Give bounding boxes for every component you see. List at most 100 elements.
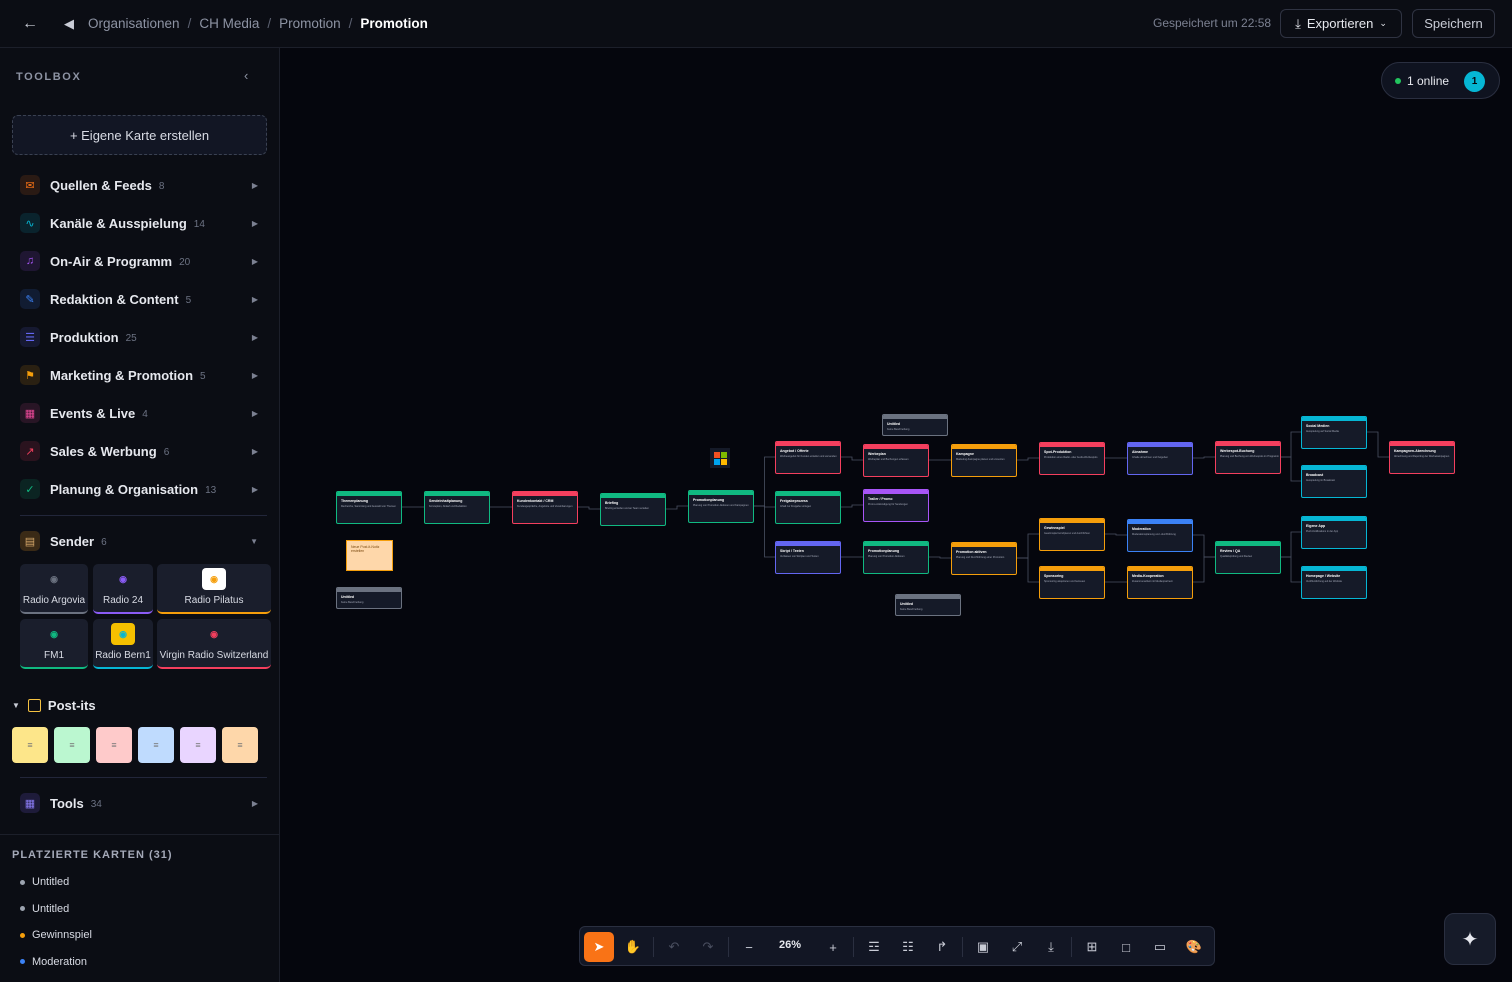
presentation-icon[interactable]: ▭ [1145, 932, 1175, 962]
auto-layout-icon[interactable]: ☲ [859, 932, 889, 962]
category-item[interactable]: ✉ Quellen & Feeds 8 ▶ [20, 172, 268, 198]
station-name: Radio Pilatus [184, 595, 244, 606]
flow-card[interactable]: Angebot / Offerte Werbeangebot für Kunde… [775, 441, 841, 474]
category-item[interactable]: ✎ Redaktion & Content 5 ▶ [20, 286, 268, 312]
flow-card[interactable]: Promotion aktiven Planung und Durchführu… [951, 542, 1017, 575]
category-label: Tools [50, 795, 84, 811]
category-item[interactable]: ♫ On-Air & Programm 20 ▶ [20, 248, 268, 274]
sender-tile[interactable]: ◉ FM1 [20, 619, 88, 669]
sender-tile[interactable]: ◉ Radio Bern1 [93, 619, 153, 669]
category-item[interactable]: ▦ Events & Live 4 ▶ [20, 400, 268, 426]
flow-card[interactable]: Themenplanung Recherche, Sammlung und Au… [336, 491, 402, 524]
flow-card[interactable]: Review / QA Qualitätsprüfung und Review [1215, 541, 1281, 574]
flow-card[interactable]: Kundenkontakt / CRM Kundengespräche, Ang… [512, 491, 578, 524]
card-header [1128, 443, 1192, 447]
zoom-out-icon[interactable]: − [734, 932, 764, 962]
postit-swatch[interactable]: ≡ [96, 727, 132, 763]
station-logo-icon: ◉ [50, 628, 58, 639]
flow-card[interactable]: Moderation Moderationsplanung und -durch… [1127, 519, 1193, 552]
export-button[interactable]: ⤓ Exportieren ⌄ [1280, 9, 1402, 38]
postit-swatch[interactable]: ≡ [12, 727, 48, 763]
flow-card[interactable]: Abnahme Inhalte abnehmen und freigeben [1127, 442, 1193, 475]
flow-card[interactable]: Sendeinhaltplanung Konzeption, Ablauf un… [424, 491, 490, 524]
flow-card[interactable]: Untitled Keine Beschreibung [895, 594, 961, 616]
flow-card[interactable]: Werbeplan Werbeplan und Buchungen erfass… [863, 444, 929, 477]
zoom-in-icon[interactable]: + [818, 932, 848, 962]
flow-card[interactable]: Werbespot-Buchung Planung und Buchung vo… [1215, 441, 1281, 474]
flow-card[interactable]: Media-Kooperation Zusammenarbeit mit Med… [1127, 566, 1193, 599]
category-item[interactable]: ☰ Produktion 25 ▶ [20, 324, 268, 350]
flow-card[interactable]: Promotionplanung Planung von Promotion-A… [688, 490, 754, 523]
flow-card[interactable]: Gewinnspiel Gewinnspiel konzipieren und … [1039, 518, 1105, 551]
placed-card-item[interactable]: Moderation [20, 956, 87, 968]
palette-icon[interactable]: 🎨 [1179, 932, 1209, 962]
triangle-right-icon: ▶ [251, 256, 258, 266]
postit-swatch[interactable]: ≡ [54, 727, 90, 763]
flow-card[interactable]: Briefing Briefing erstellen und an Team … [600, 493, 666, 526]
card-title: Spot-Produktion [1044, 450, 1072, 454]
distribute-icon[interactable]: ☷ [893, 932, 923, 962]
back-arrow-icon[interactable]: ← [22, 15, 42, 33]
placed-card-item[interactable]: Untitled [20, 903, 69, 915]
create-card-button[interactable]: + Eigene Karte erstellen [12, 115, 267, 155]
flow-card[interactable]: Kampagne Marketing-Kampagne planen und u… [951, 444, 1017, 477]
select-tool-icon[interactable]: ➤ [584, 932, 614, 962]
breadcrumb-item[interactable]: Promotion [279, 16, 341, 31]
card-title: Untitled [341, 595, 355, 599]
postit-swatch[interactable]: ≡ [180, 727, 216, 763]
flow-card[interactable]: Skript / Texten Verfassen von Skripten u… [775, 541, 841, 574]
sender-tile[interactable]: ◉ Virgin Radio Switzerland [157, 619, 271, 669]
add-frame-icon[interactable]: ⊞ [1077, 932, 1107, 962]
flow-card[interactable]: Trailer / Promo Promo-Ankündigung für Se… [863, 489, 929, 522]
postit-swatch[interactable]: ≡ [222, 727, 258, 763]
download-icon[interactable]: ⤓ [1036, 932, 1066, 962]
category-sender[interactable]: ▤ Sender 6 ▼ [20, 528, 268, 554]
placed-card-item[interactable]: Untitled [20, 876, 69, 888]
chevron-left-icon[interactable]: ‹ [244, 68, 248, 83]
fit-view-icon[interactable]: ▣ [968, 932, 998, 962]
flow-card[interactable]: Social Medien Ausspielung auf Social Med… [1301, 416, 1367, 449]
flow-card[interactable]: Promotionplanung Planung von Promotion-A… [863, 541, 929, 574]
category-item[interactable]: ✓ Planung & Organisation 13 ▶ [20, 476, 268, 502]
save-button[interactable]: Speichern [1412, 9, 1495, 38]
flow-card[interactable]: Untitled Keine Beschreibung [336, 587, 402, 609]
flow-card[interactable]: Broadcast Ausspielung im Broadcast [1301, 465, 1367, 498]
ai-sparkle-button[interactable]: ✦ [1444, 913, 1496, 965]
comment-icon[interactable]: □ [1111, 932, 1141, 962]
category-item[interactable]: ∿ Kanäle & Ausspielung 14 ▶ [20, 210, 268, 236]
fullscreen-icon[interactable]: ⤢ [1002, 932, 1032, 962]
sender-tile[interactable]: ◉ Radio Argovia [20, 564, 88, 614]
category-count: 14 [193, 218, 205, 230]
card-header [1040, 443, 1104, 447]
breadcrumb-item[interactable]: Organisationen [88, 16, 180, 31]
connector-icon[interactable]: ↱ [927, 932, 957, 962]
category-item[interactable]: ⚑ Marketing & Promotion 5 ▶ [20, 362, 268, 388]
avatar[interactable]: 1 [1464, 71, 1485, 92]
flow-card[interactable]: Untitled Keine Beschreibung [882, 414, 948, 436]
flow-card[interactable]: Sponsoring Sponsoring akquirieren und be… [1039, 566, 1105, 599]
collapse-triangle-icon[interactable]: ◀ [64, 16, 74, 32]
flow-canvas[interactable]: Themenplanung Recherche, Sammlung und Au… [280, 48, 1512, 982]
breadcrumb-item[interactable]: CH Media [199, 16, 259, 31]
flow-card[interactable]: Homepage / Website Veröffentlichung auf … [1301, 566, 1367, 599]
card-title: Homepage / Website [1306, 574, 1341, 578]
flow-card[interactable]: Eigene App Push-Notifications in der App [1301, 516, 1367, 549]
postits-header[interactable]: ▼ Post-its [12, 698, 96, 713]
redo-icon[interactable]: ↷ [693, 932, 723, 962]
flow-card[interactable]: Freigabeprozess Inhalt zur Freigabe vorl… [775, 491, 841, 524]
category-item[interactable]: ↗ Sales & Werbung 6 ▶ [20, 438, 268, 464]
category-label: On-Air & Programm [50, 253, 173, 269]
category-tools[interactable]: ▦ Tools 34 ▶ [20, 790, 268, 816]
undo-icon[interactable]: ↶ [659, 932, 689, 962]
postit-swatch[interactable]: ≡ [138, 727, 174, 763]
canvas-postit[interactable]: Neue Post-it-Notiz erstellen [346, 540, 393, 571]
category-label: Redaktion & Content [50, 291, 179, 307]
sender-tile[interactable]: ◉ Radio 24 [93, 564, 153, 614]
flow-card[interactable]: Spot-Produktion Produktion eines Radio- … [1039, 442, 1105, 475]
hand-tool-icon[interactable]: ✋ [618, 932, 648, 962]
microsoft-logo-icon[interactable] [710, 448, 730, 468]
flow-card[interactable]: Kampagnen-Abrechnung Abrechnung und Repo… [1389, 441, 1455, 474]
sender-tile[interactable]: ◉ Radio Pilatus [157, 564, 271, 614]
card-description: Werbeplan und Buchungen erfassen [868, 458, 909, 461]
placed-card-item[interactable]: Gewinnspiel [20, 929, 92, 941]
